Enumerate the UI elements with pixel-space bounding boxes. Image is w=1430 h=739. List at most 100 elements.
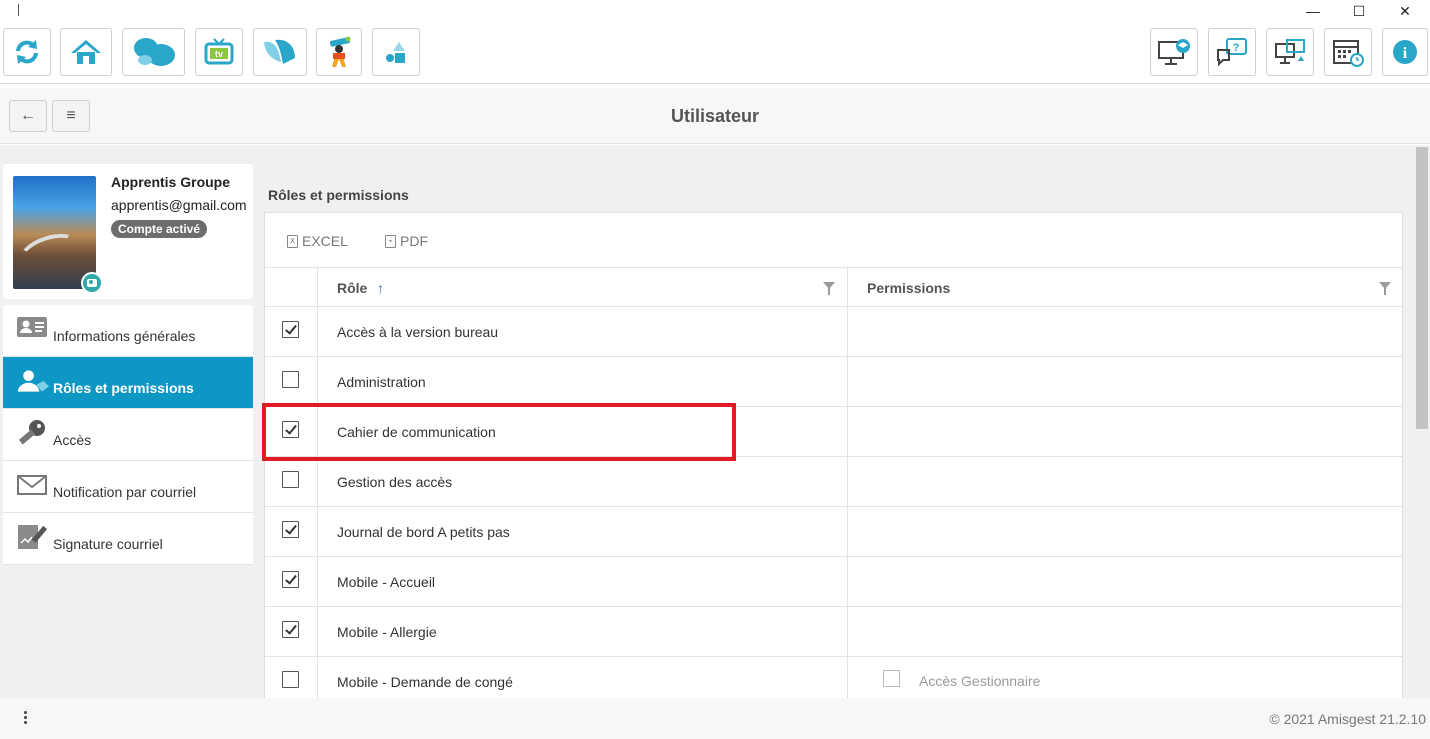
maximize-button[interactable]: ☐ — [1336, 0, 1382, 22]
menu-item-label: Rôles et permissions — [53, 380, 194, 396]
help-chat-icon: ? — [1217, 38, 1247, 67]
shapes-icon — [386, 42, 405, 63]
tv-button[interactable]: tv — [195, 28, 243, 76]
grid-toolbar: X EXCEL ⌁ PDF — [265, 213, 1402, 268]
remote-desktop-button[interactable] — [1266, 28, 1314, 76]
svg-text:i: i — [1403, 45, 1408, 62]
vertical-scrollbar[interactable] — [1414, 145, 1430, 698]
table-row: Gestion des accès — [265, 457, 1402, 507]
refresh-button[interactable] — [3, 28, 51, 76]
grid-header-row: Rôle ↑ Permissions — [265, 268, 1402, 307]
kid-icon — [329, 36, 351, 67]
role-name: Accès à la version bureau — [337, 324, 499, 340]
role-name: Cahier de communication — [337, 424, 496, 440]
roles-grid: X EXCEL ⌁ PDF Rôle ↑ Permissions Accès à l… — [264, 212, 1403, 698]
menu-item-signature[interactable]: Signature courriel — [3, 513, 253, 565]
role-name: Mobile - Demande de congé — [337, 674, 513, 690]
column-header-permissions[interactable]: Permissions — [849, 268, 1402, 306]
permissions-cell — [849, 557, 1402, 606]
profile-email: apprentis@gmail.com — [111, 197, 247, 213]
role-checkbox[interactable] — [282, 321, 299, 338]
shapes-button[interactable] — [372, 28, 420, 76]
table-row: Mobile - Accueil — [265, 557, 1402, 607]
menu-item-label: Signature courriel — [53, 536, 163, 552]
filter-icon[interactable] — [823, 282, 835, 295]
menu-item-notification[interactable]: Notification par courriel — [3, 461, 253, 513]
window-titlebar: — ☐ ✕ — [0, 0, 1430, 24]
permissions-cell — [849, 307, 1402, 356]
side-menu: Informations générales Rôles et permissi… — [3, 305, 253, 565]
calendar-button[interactable] — [1324, 28, 1372, 76]
home-button[interactable] — [60, 28, 112, 76]
column-header-role-label: Rôle — [337, 280, 368, 296]
calendar-icon — [1333, 40, 1364, 67]
wings-button[interactable] — [253, 28, 307, 76]
svg-text:?: ? — [1233, 42, 1240, 54]
page-title: Utilisateur — [670, 106, 760, 126]
text-cursor — [18, 4, 19, 16]
filter-icon[interactable] — [1379, 282, 1391, 295]
header-select-cell — [265, 268, 318, 306]
menu-item-label: Informations générales — [53, 328, 196, 344]
table-row: Mobile - Allergie — [265, 607, 1402, 657]
sort-ascending-icon[interactable]: ↑ — [377, 280, 384, 296]
butterfly-icon — [133, 38, 175, 66]
permissions-cell — [849, 607, 1402, 656]
menu-item-informations[interactable]: Informations générales — [3, 305, 253, 357]
id-card-icon — [17, 317, 47, 337]
avatar[interactable] — [13, 176, 96, 289]
butterfly-button[interactable] — [122, 28, 185, 76]
column-header-role[interactable]: Rôle ↑ — [319, 268, 848, 306]
excel-file-icon: X — [287, 234, 298, 248]
section-title: Rôles et permissions — [268, 187, 409, 203]
desktop-training-button[interactable] — [1150, 28, 1198, 76]
wings-icon — [264, 39, 295, 64]
tv-icon: tv — [204, 38, 234, 65]
role-checkbox[interactable] — [282, 521, 299, 538]
permission-label: Accès Gestionnaire — [919, 673, 1041, 689]
menu-item-roles[interactable]: Rôles et permissions — [3, 357, 253, 409]
table-row: Cahier de communication — [265, 407, 1402, 457]
menu-item-label: Notification par courriel — [53, 484, 197, 500]
role-name: Mobile - Accueil — [337, 574, 436, 590]
svg-text:tv: tv — [215, 49, 223, 59]
scrollbar-thumb[interactable] — [1416, 147, 1428, 429]
profile-card: Apprentis Groupe apprentis@gmail.com Com… — [3, 164, 253, 299]
permissions-cell — [849, 457, 1402, 506]
close-window-button[interactable]: ✕ — [1382, 0, 1428, 22]
copyright-text: © 2021 Amisgest 21.2.10 — [1269, 711, 1426, 727]
role-checkbox[interactable] — [282, 571, 299, 588]
info-button[interactable]: i — [1382, 28, 1428, 76]
user-tag-icon — [17, 370, 49, 392]
minimize-button[interactable]: — — [1290, 0, 1336, 22]
refresh-icon — [16, 40, 38, 64]
menu-item-acces[interactable]: Accès — [3, 409, 253, 461]
pdf-file-icon: ⌁ — [385, 234, 396, 248]
key-icon — [18, 420, 45, 445]
main-content: Apprentis Groupe apprentis@gmail.com Com… — [0, 145, 1414, 698]
camera-icon[interactable] — [81, 272, 103, 294]
role-checkbox[interactable] — [282, 671, 299, 688]
signature-icon — [18, 525, 48, 549]
permission-checkbox[interactable] — [883, 670, 900, 687]
info-icon: i — [1393, 40, 1417, 64]
home-icon — [71, 40, 101, 64]
role-checkbox[interactable] — [282, 471, 299, 488]
permissions-cell: Accès Gestionnaire — [849, 657, 1402, 698]
remote-desktop-icon — [1275, 39, 1305, 64]
export-pdf-button[interactable]: ⌁ PDF — [385, 233, 428, 249]
table-row: Journal de bord A petits pas — [265, 507, 1402, 557]
permissions-cell — [849, 357, 1402, 406]
role-checkbox[interactable] — [282, 421, 299, 438]
role-checkbox[interactable] — [282, 371, 299, 388]
status-badge: Compte activé — [111, 220, 208, 238]
kid-button[interactable] — [316, 28, 362, 76]
permissions-cell — [849, 507, 1402, 556]
more-options-icon[interactable] — [24, 711, 28, 726]
export-excel-button[interactable]: X EXCEL — [287, 233, 348, 249]
export-pdf-label: PDF — [400, 233, 428, 249]
envelope-icon — [17, 475, 47, 495]
role-checkbox[interactable] — [282, 621, 299, 638]
page-footer: © 2021 Amisgest 21.2.10 — [0, 698, 1430, 739]
help-chat-button[interactable]: ? — [1208, 28, 1256, 76]
